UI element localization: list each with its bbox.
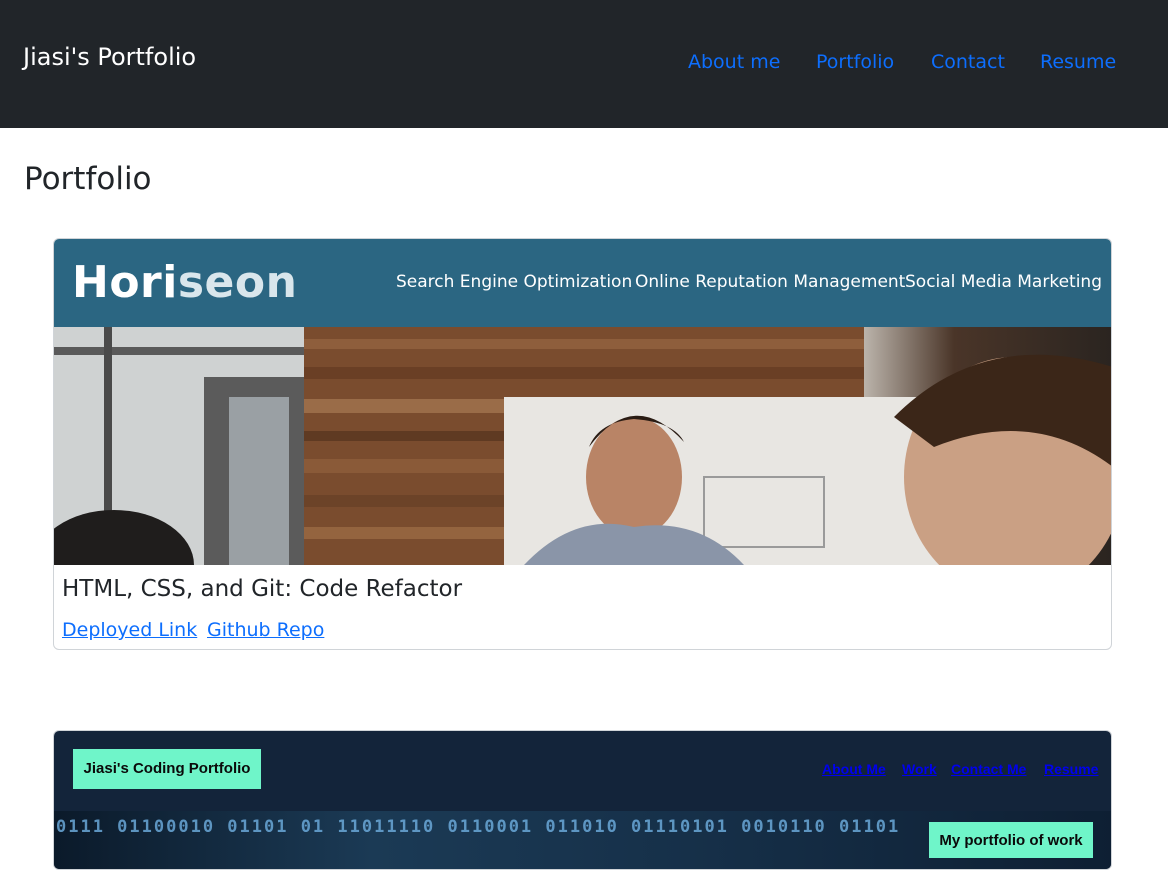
office-photo-illustration (54, 327, 1111, 565)
screenshot-nav-item: Resume (1044, 761, 1099, 777)
page-title: Portfolio (24, 161, 152, 197)
screenshot-nav-item: About Me (822, 761, 886, 777)
screenshot-nav-item: Social Media Marketing (905, 272, 1102, 292)
github-repo-link[interactable]: Github Repo (207, 617, 324, 643)
screenshot-nav-item: Work (902, 761, 937, 777)
nav-resume[interactable]: Resume (1040, 48, 1116, 76)
nav-contact[interactable]: Contact (931, 48, 1005, 76)
screenshot-header: Horiseon Search Engine Optimization Onli… (54, 239, 1111, 327)
screenshot-nav-item: Contact Me (951, 761, 1027, 777)
screenshot-title-badge: Jiasi's Coding Portfolio (73, 749, 261, 789)
horiseon-logo: Horiseon (72, 257, 298, 308)
screenshot-nav-item: Online Reputation Management (635, 272, 906, 292)
office-photo (54, 327, 1111, 565)
screenshot-nav-item: Search Engine Optimization (396, 272, 633, 292)
project-card: Horiseon Search Engine Optimization Onli… (53, 238, 1112, 650)
portfolio-of-work-badge: My portfolio of work (929, 822, 1093, 858)
project-screenshot: Jiasi's Coding Portfolio About Me Work C… (54, 731, 1111, 869)
binary-banner-image: 0111 01100010 01101 01 11011110 0110001 … (54, 811, 1111, 869)
nav-about-me[interactable]: About me (688, 48, 780, 76)
top-navbar: Jiasi's Portfolio About me Portfolio Con… (0, 0, 1168, 128)
site-brand[interactable]: Jiasi's Portfolio (23, 40, 196, 74)
binary-pattern: 0111 01100010 01101 01 11011110 0110001 … (56, 817, 901, 837)
project-screenshot: Horiseon Search Engine Optimization Onli… (54, 239, 1111, 565)
project-card: Jiasi's Coding Portfolio About Me Work C… (53, 730, 1112, 870)
project-title: HTML, CSS, and Git: Code Refactor (62, 576, 463, 602)
nav-portfolio[interactable]: Portfolio (816, 48, 894, 76)
deployed-link[interactable]: Deployed Link (62, 617, 197, 643)
